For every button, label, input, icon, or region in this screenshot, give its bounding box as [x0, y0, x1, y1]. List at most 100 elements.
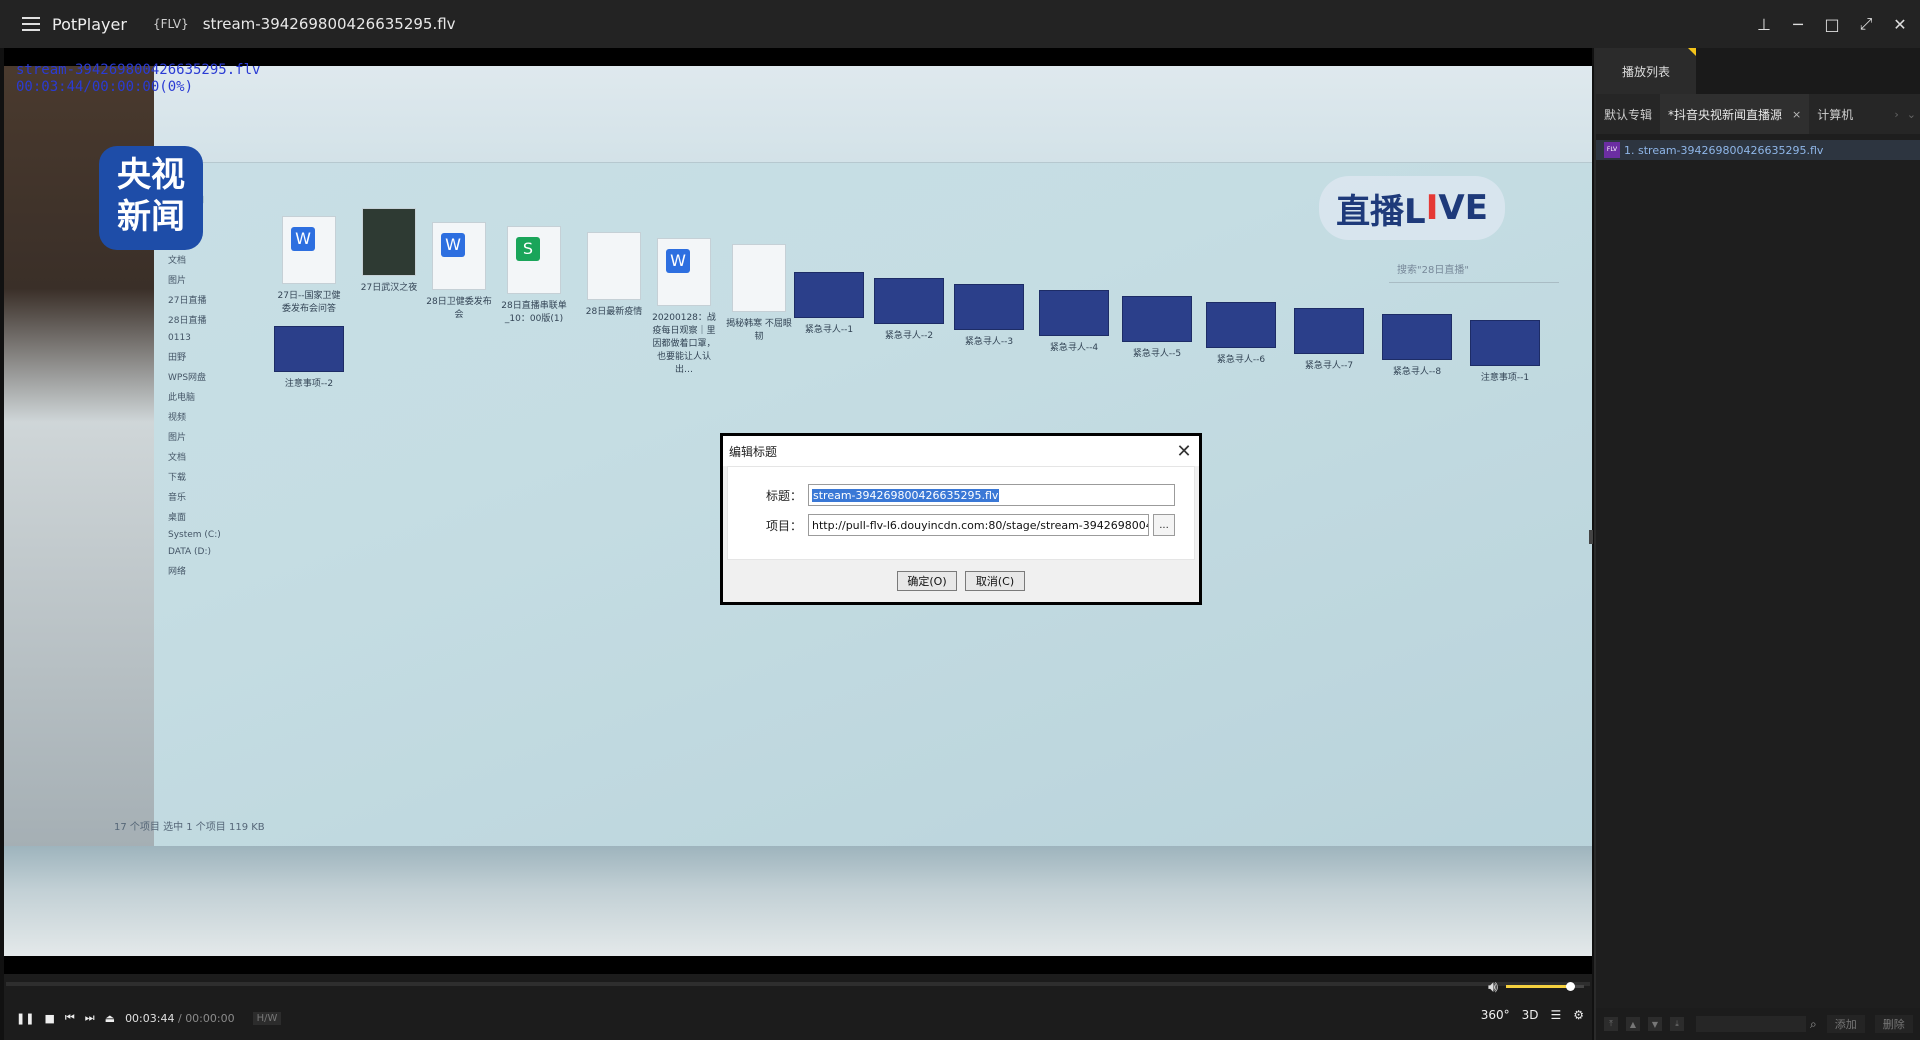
item-url-input[interactable]: http://pull-flv-l6.douyincdn.com:80/stag… [808, 514, 1149, 536]
volume-slider[interactable] [1506, 982, 1584, 991]
move-down-icon[interactable]: ▼ [1648, 1017, 1662, 1031]
minimize-icon[interactable]: ─ [1788, 14, 1808, 34]
folder-label: 图片 [168, 433, 187, 443]
sheet-doc-icon [507, 226, 561, 294]
time-separator: / [177, 1011, 182, 1025]
item-label: 项目： [765, 518, 802, 533]
seek-bar[interactable] [6, 982, 1590, 986]
chevron-down-icon[interactable]: ⌄ [1907, 108, 1916, 121]
file-item: 紧急寻人--4 [1039, 290, 1109, 353]
ok-button[interactable]: 确定(O) [897, 571, 957, 591]
flv-file-icon: FLV [1604, 142, 1620, 158]
vr-360-button[interactable]: 360° [1481, 1008, 1510, 1022]
close-icon[interactable]: ✕ [1890, 14, 1910, 34]
playlist-panel: 播放列表 默认专辑 *抖音央视新闻直播源 × 计算机 › ⌄ FLV 1. str… [1594, 48, 1920, 1040]
eject-icon[interactable]: ⏏︎ [105, 1012, 115, 1025]
playlist-item[interactable]: FLV 1. stream-394269800426635295.flv [1596, 140, 1920, 160]
move-bottom-icon[interactable]: ⤓ [1670, 1017, 1684, 1031]
image-thumbnail [362, 208, 416, 276]
slide-thumbnail [274, 326, 344, 372]
video-folder-tree: 快速访问 桌面 下载 文档 图片 27日直播 28日直播 0113 田野 WPS… [154, 186, 274, 686]
playlist-toggle-icon[interactable]: ☰ [1550, 1008, 1561, 1022]
search-icon[interactable]: ⌕ [1810, 1017, 1817, 1032]
dialog-titlebar: 编辑标题 ✕ [723, 436, 1199, 466]
tab-nav: › ⌄ [1894, 94, 1916, 134]
playlist-search-input[interactable] [1696, 1016, 1806, 1032]
tab-default-album[interactable]: 默认专辑 [1596, 94, 1660, 134]
file-item: 27日--国家卫健委发布会问答 [274, 216, 344, 314]
window-title: stream-394269800426635295.flv [202, 15, 456, 33]
3d-button[interactable]: 3D [1522, 1008, 1539, 1022]
panel-tab-bar: 播放列表 [1596, 48, 1920, 94]
volume-knob[interactable] [1565, 982, 1575, 991]
pause-icon[interactable]: ❚❚ [16, 1012, 34, 1025]
file-item: 紧急寻人--3 [954, 284, 1024, 347]
folder-label: 文档 [168, 453, 187, 463]
move-up-icon[interactable]: ▲ [1626, 1017, 1640, 1031]
folder-label: 此电脑 [168, 393, 196, 403]
file-item: 注意事项--1 [1470, 320, 1540, 383]
format-tag: {FLV} [152, 17, 189, 31]
playlist-toolbar: ⤒ ▲ ▼ ⤓ ⌕ 添加 删除 [1596, 1008, 1920, 1040]
osd-filename: stream-394269800426635295.flv [16, 62, 261, 78]
settings-gear-icon[interactable]: ⚙︎ [1573, 1008, 1584, 1022]
slide-thumbnail [1470, 320, 1540, 366]
fullscreen-icon[interactable]: ⤢ [1856, 14, 1876, 34]
dialog-title: 编辑标题 [729, 444, 778, 459]
video-status-text: 17 个项目 选中 1 个项目 119 KB [114, 822, 265, 833]
slide-thumbnail [954, 284, 1024, 330]
tab-douyin-cctv[interactable]: *抖音央视新闻直播源 × [1660, 94, 1810, 134]
panel-resize-handle[interactable] [1589, 530, 1593, 544]
next-icon[interactable]: ⏭︎ [85, 1011, 95, 1025]
file-item: 28日卫健委发布会 [424, 222, 494, 320]
delete-button[interactable]: 删除 [1874, 1015, 1913, 1033]
pin-icon[interactable]: ⊥ [1754, 14, 1774, 34]
chevron-right-icon[interactable]: › [1894, 108, 1898, 121]
hamburger-menu-icon[interactable] [22, 17, 40, 31]
slide-thumbnail [1382, 314, 1452, 360]
word-doc-icon [657, 238, 711, 306]
osd-time: 00:03:44/00:00:00(0%) [16, 79, 194, 95]
word-doc-icon [282, 216, 336, 284]
app-name: PotPlayer [52, 14, 127, 34]
slide-thumbnail [1039, 290, 1109, 336]
dialog-body: 标题： stream-394269800426635295.flv 项目： ht… [727, 466, 1195, 560]
dialog-close-icon[interactable]: ✕ [1169, 436, 1199, 466]
folder-label: 文档 [168, 256, 187, 266]
folder-label: 音乐 [168, 493, 187, 503]
tab-computer[interactable]: 计算机 [1809, 94, 1861, 134]
maximize-icon[interactable]: □ [1822, 14, 1842, 34]
video-search-box: 搜索"28日直播" [1389, 261, 1559, 283]
volume-fill [1506, 985, 1570, 988]
slide-thumbnail [1122, 296, 1192, 342]
cancel-button[interactable]: 取消(C) [965, 571, 1025, 591]
file-item: 紧急寻人--5 [1122, 296, 1192, 359]
folder-label: 田野 [168, 353, 187, 363]
file-item: 28日最新疫情 [579, 232, 649, 317]
folder-label: 桌面 [168, 513, 187, 523]
folder-label: WPS网盘 [168, 373, 207, 383]
move-top-icon[interactable]: ⤒ [1604, 1017, 1618, 1031]
hw-decoder-badge[interactable]: H/W [252, 1011, 282, 1025]
file-item: 紧急寻人--7 [1294, 308, 1364, 371]
stop-icon[interactable]: ■ [44, 1012, 54, 1025]
volume-icon[interactable]: 🔊︎ [1488, 977, 1498, 997]
osd-overlay: stream-394269800426635295.flv 00:03:44/0… [16, 62, 260, 96]
title-input[interactable]: stream-394269800426635295.flv [808, 484, 1175, 506]
item-row: 项目： http://pull-flv-l6.douyincdn.com:80/… [728, 514, 1194, 536]
add-button[interactable]: 添加 [1826, 1015, 1865, 1033]
file-item: 揭秘韩寒 不屈眼 韧 [724, 244, 794, 342]
edit-title-dialog: 编辑标题 ✕ 标题： stream-394269800426635295.flv… [723, 436, 1199, 602]
folder-label: 图片 [168, 276, 187, 286]
live-badge: 直播L I VE [1319, 176, 1505, 240]
tab-close-icon[interactable]: × [1792, 108, 1801, 121]
file-item: 紧急寻人--1 [794, 272, 864, 335]
file-item: 20200128：战疫每日观察｜里因都做着口罩，也要能让人认出… [649, 238, 719, 375]
controls-left: ❚❚ ■ ⏮︎ ⏭︎ ⏏︎ 00:03:44 / 00:00:00 H/W [16, 1011, 282, 1025]
cctv-news-logo: 央视 新闻 [99, 146, 203, 250]
tab-playlist[interactable]: 播放列表 [1596, 48, 1696, 94]
browse-button[interactable]: ... [1153, 514, 1175, 536]
file-item: 紧急寻人--2 [874, 278, 944, 341]
slide-thumbnail [874, 278, 944, 324]
previous-icon[interactable]: ⏮︎ [65, 1011, 75, 1025]
